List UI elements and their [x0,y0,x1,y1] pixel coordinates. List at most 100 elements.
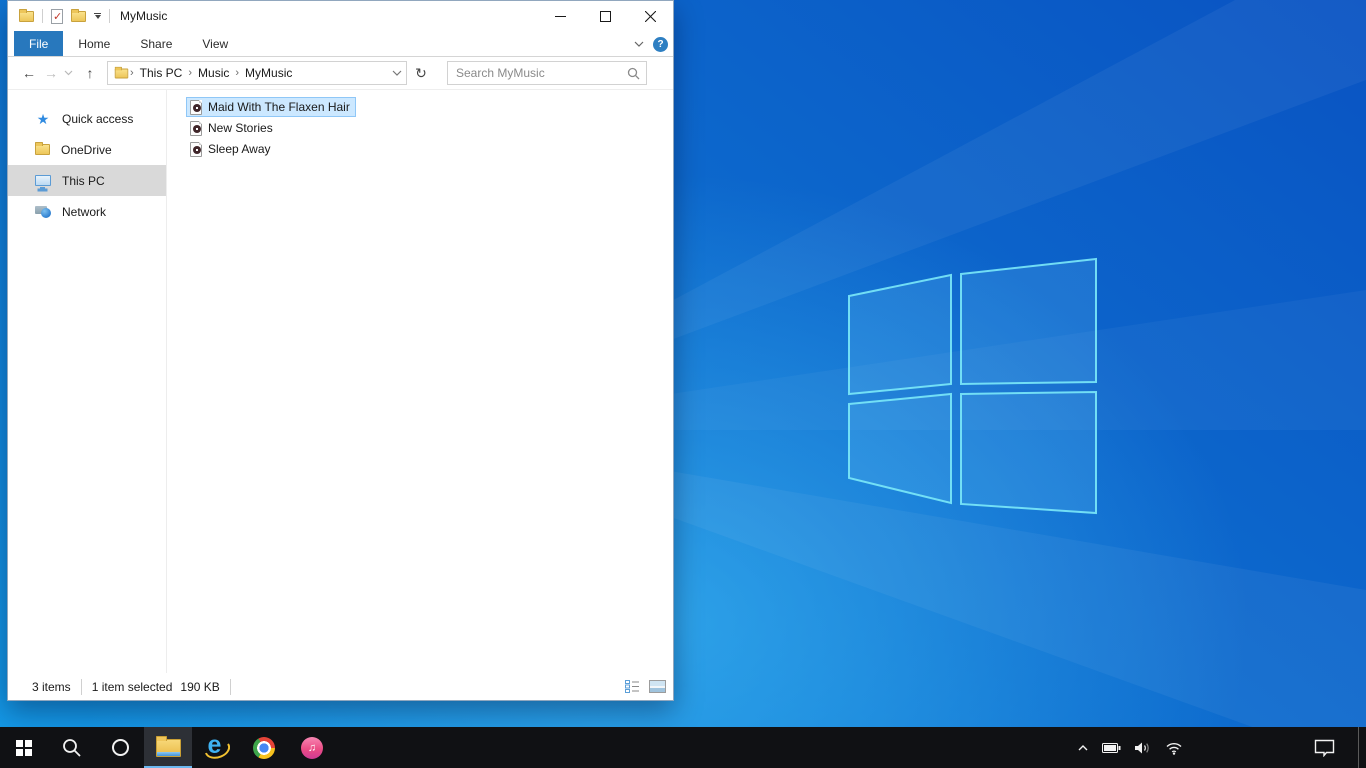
speaker-icon [1135,742,1149,753]
minimize-icon [555,15,566,17]
file-explorer-icon [155,735,181,757]
file-row-sleep-away[interactable]: Sleep Away [186,139,277,159]
back-button[interactable]: ← [18,65,40,81]
details-view-button[interactable] [622,677,642,696]
breadcrumb-mymusic[interactable]: MyMusic [240,66,297,80]
window-body: ★ Quick access OneDrive This PC Network … [8,90,673,673]
navigation-bar: ← → ↑ › This PC › Music › MyMusic ↻ [8,57,673,90]
audio-file-icon [190,120,202,136]
search-icon [627,67,640,79]
separator [109,9,110,23]
up-button[interactable]: ↑ [79,65,101,81]
details-view-icon [624,680,639,693]
sidebar: ★ Quick access OneDrive This PC Network [8,90,167,673]
file-list[interactable]: Maid With The Flaxen Hair New Stories Sl… [167,90,673,673]
chrome-icon [253,736,275,759]
music-note-icon: ♫ [307,741,317,754]
action-center-icon [1314,739,1335,757]
selected-size: 190 KB [180,679,220,694]
separator [42,9,43,23]
sidebar-item-label: Quick access [62,111,134,126]
status-bar: 3 items 1 item selected 190 KB [8,673,673,700]
forward-button[interactable]: → [40,65,62,81]
separator [229,678,231,695]
check-icon: ✓ [53,10,63,23]
items-count: 3 items [32,679,71,694]
tab-home[interactable]: Home [63,31,125,56]
sidebar-item-network[interactable]: Network [8,196,166,227]
sidebar-item-label: This PC [62,173,105,188]
action-center-button[interactable] [1314,739,1335,757]
tab-view[interactable]: View [187,31,243,56]
search-box[interactable] [447,61,647,85]
show-hidden-icons-chevron[interactable] [1077,744,1089,752]
taskbar-chrome-button[interactable] [240,727,288,768]
address-bar[interactable]: › This PC › Music › MyMusic [107,61,407,85]
taskbar-file-explorer-button[interactable] [144,727,192,768]
recent-locations-chevron-icon[interactable] [64,70,73,76]
sidebar-item-onedrive[interactable]: OneDrive [8,134,166,165]
thumbnail-view-button[interactable] [647,677,667,696]
file-name: New Stories [208,121,273,135]
minimize-button[interactable] [538,1,583,31]
window-title: MyMusic [120,9,168,23]
breadcrumb-music[interactable]: Music [193,66,234,80]
expand-ribbon-chevron-icon[interactable] [634,41,644,47]
windows-logo-icon [16,739,32,756]
sidebar-item-quick-access[interactable]: ★ Quick access [8,103,166,134]
titlebar[interactable]: ✓ MyMusic [8,1,673,31]
properties-icon[interactable]: ✓ [51,8,63,24]
taskbar-internet-explorer-button[interactable]: e [192,727,240,768]
taskbar: e ♫ [0,727,1366,768]
audio-file-icon [190,141,202,157]
file-row-maid-with-the-flaxen-hair[interactable]: Maid With The Flaxen Hair [186,97,356,117]
close-button[interactable] [628,1,673,31]
tab-file[interactable]: File [14,31,64,56]
tab-share[interactable]: Share [125,31,187,56]
thumbnail-view-icon [648,680,666,693]
network-status[interactable] [1165,741,1183,755]
close-icon [645,10,656,22]
caption-buttons [538,1,673,31]
quick-access-star-icon: ★ [36,110,50,127]
volume-status[interactable] [1134,741,1152,755]
sidebar-item-label: OneDrive [61,142,112,157]
file-row-new-stories[interactable]: New Stories [186,118,279,138]
maximize-button[interactable] [583,1,628,31]
breadcrumb-this-pc[interactable]: This PC [135,66,188,80]
chevron-up-icon [1078,744,1088,750]
search-icon [63,738,81,757]
selected-count: 1 item selected [91,679,173,694]
cortana-button[interactable] [96,727,144,768]
sidebar-item-this-pc[interactable]: This PC [8,165,166,196]
quick-access-toolbar: ✓ MyMusic [8,8,168,24]
internet-explorer-icon: e [203,731,230,761]
new-folder-icon[interactable] [71,8,86,22]
refresh-button[interactable]: ↻ [409,65,433,82]
system-tray [1077,727,1366,768]
taskbar-itunes-button[interactable]: ♫ [288,727,336,768]
show-desktop-button[interactable] [1358,727,1366,768]
onedrive-folder-icon [35,142,50,155]
start-button[interactable] [0,727,48,768]
sidebar-item-label: Network [62,204,107,219]
audio-file-icon [190,99,202,115]
search-input[interactable] [456,66,627,80]
battery-status[interactable] [1102,742,1121,753]
address-folder-icon[interactable] [114,66,129,78]
battery-icon [1102,742,1121,753]
file-explorer-window: ✓ MyMusic File Home Share View ? ← → ↑ ›… [7,0,674,701]
cortana-icon [111,739,129,756]
customize-qat-dropdown-icon[interactable] [94,13,101,19]
help-icon[interactable]: ? [653,36,668,52]
file-name: Maid With The Flaxen Hair [208,100,350,114]
file-name: Sleep Away [208,142,271,156]
maximize-icon [600,10,611,22]
address-dropdown-chevron-icon[interactable] [392,70,402,76]
this-pc-monitor-icon [35,175,51,189]
itunes-icon: ♫ [301,736,323,759]
separator [80,678,82,695]
wifi-icon [1166,742,1182,755]
window-folder-icon [19,8,34,22]
taskbar-search-button[interactable] [48,727,96,768]
